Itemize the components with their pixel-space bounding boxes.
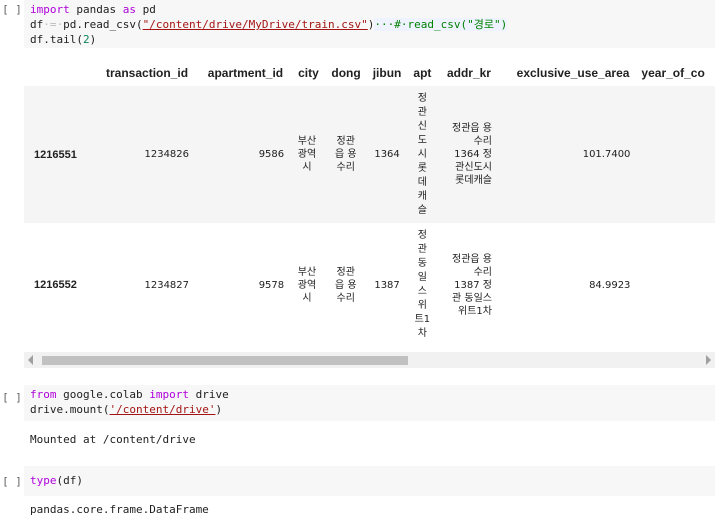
table-row: 1216551 1234826 9586 부산 광역 시 정관 읍 용 수리 1… — [24, 86, 715, 223]
column-header: addr_kr — [437, 60, 497, 86]
keyword: from — [30, 388, 57, 401]
code-text: google.colab — [56, 388, 150, 401]
column-header: exclusive_use_area — [496, 60, 636, 86]
column-header: dong — [324, 60, 367, 86]
code-text: ) — [215, 403, 223, 416]
dataframe-table: transaction_id apartment_id city dong ji… — [24, 60, 715, 347]
table-cell: 부산 광역 시 — [297, 266, 317, 304]
code-text: (df) — [56, 474, 84, 487]
code-text: ) — [89, 33, 97, 46]
table-cell: 1234826 — [85, 86, 195, 223]
code-text: df — [30, 18, 44, 31]
dataframe-output: transaction_id apartment_id city dong ji… — [24, 60, 715, 370]
keyword: as — [122, 3, 136, 16]
code-text: drive.mount( — [30, 403, 110, 416]
table-cell: 정관읍 용 수리 1387 정 관 동일스 위트1차 — [452, 253, 492, 317]
table-cell: 부산 광역 시 — [289, 86, 325, 223]
run-cell-button[interactable]: [ ] — [0, 3, 24, 16]
scrollbar-thumb[interactable] — [42, 356, 408, 365]
keyword: import — [149, 388, 189, 401]
code-text: df.tail( — [30, 33, 83, 46]
cell-output: Mounted at /content/drive — [30, 433, 196, 446]
column-header: apt — [407, 60, 438, 86]
code-text: pd.read_csv( — [63, 18, 143, 31]
table-cell: 1364 — [366, 86, 408, 223]
code-line: type(df) — [30, 473, 709, 488]
table-row: 1216552 1234827 9578 부산 광역 시 정관 읍 용 수리 1… — [24, 223, 715, 347]
row-index: 1216552 — [24, 223, 86, 347]
code-line: import pandas as pd — [30, 2, 709, 17]
table-cell — [635, 223, 715, 347]
column-header: apartment_id — [194, 60, 290, 86]
code-line: from google.colab import drive — [30, 387, 709, 402]
string-literal: '/content/drive' — [109, 403, 216, 416]
scroll-right-icon[interactable] — [706, 355, 711, 365]
table-cell: 정관 읍 용 수리 — [324, 86, 367, 223]
table-cell: 정 관 신 도 시 롯 데 캐 슬 — [407, 86, 438, 223]
table-cell — [635, 86, 715, 223]
code-cell-2[interactable]: from google.colab import drive drive.mou… — [24, 385, 715, 421]
run-cell-button[interactable]: [ ] — [0, 391, 24, 404]
table-cell: 84.9923 — [589, 279, 631, 291]
code-comment: ···#·read_csv("경로") — [374, 18, 508, 31]
header-row: transaction_id apartment_id city dong ji… — [24, 60, 715, 86]
number-literal: 2 — [82, 33, 90, 46]
table-cell: 9578 — [258, 279, 285, 291]
code-cell-1[interactable]: import pandas as pd df·=·pd.read_csv("/c… — [24, 0, 715, 48]
table-cell: 정관읍 용 수리 1364 정 관신도시 롯데캐슬 — [437, 86, 497, 223]
code-line: df·=·pd.read_csv("/content/drive/MyDrive… — [30, 17, 709, 32]
code-text: pandas — [69, 3, 123, 16]
code-text: pd — [135, 3, 156, 16]
builtin: type — [30, 474, 57, 487]
run-cell-button[interactable]: [ ] — [0, 475, 24, 488]
table-cell: 101.7400 — [496, 86, 636, 223]
keyword: import — [30, 3, 70, 16]
code-text: drive — [188, 388, 229, 401]
table-cell: 9586 — [194, 86, 290, 223]
horizontal-scrollbar[interactable] — [24, 352, 715, 368]
code-text: ·=· — [43, 18, 64, 31]
scroll-left-icon[interactable] — [28, 355, 33, 365]
table-cell: 정관 읍 용 수리 — [334, 266, 357, 304]
column-header: jibun — [366, 60, 408, 86]
string-literal: "/content/drive/MyDrive/train.csv" — [142, 18, 368, 31]
row-index: 1216551 — [24, 86, 86, 223]
table-cell: 정 관 동 일 스 위 트1 차 — [414, 230, 431, 339]
column-header: transaction_id — [85, 60, 195, 86]
column-header: city — [289, 60, 325, 86]
index-header — [24, 60, 86, 86]
code-line: drive.mount('/content/drive') — [30, 402, 709, 417]
column-header: year_of_co — [635, 60, 715, 86]
code-cell-3[interactable]: type(df) — [24, 466, 715, 496]
cell-output: pandas.core.frame.DataFrame — [30, 503, 209, 516]
table-cell: 1387 — [374, 279, 400, 291]
table-cell: 1234827 — [144, 279, 190, 291]
code-line: df.tail(2) — [30, 32, 709, 47]
